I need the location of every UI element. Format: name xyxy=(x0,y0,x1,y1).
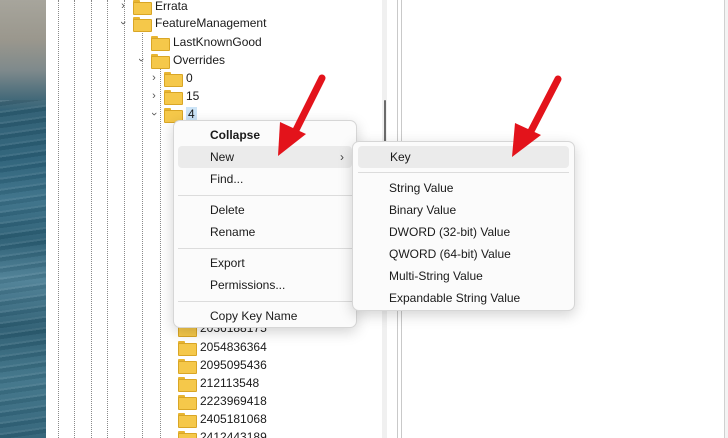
chevron-right-icon: › xyxy=(340,150,344,164)
folder-icon xyxy=(164,107,183,123)
tree-node-label: 15 xyxy=(186,89,200,103)
submenu-item-expandable-string-value[interactable]: Expandable String Value xyxy=(357,287,570,309)
submenu-item-qword-value[interactable]: QWORD (64-bit) Value xyxy=(357,243,570,265)
menu-separator xyxy=(358,172,569,173)
chevron-down-icon[interactable]: › xyxy=(134,53,148,67)
tree-node-child[interactable]: 2054836364 xyxy=(178,338,267,356)
tree-node-child[interactable]: 212113548 xyxy=(178,374,259,392)
menu-item-rename[interactable]: Rename xyxy=(178,221,352,243)
tree-node-15[interactable]: › 15 xyxy=(147,87,199,105)
menu-item-delete[interactable]: Delete xyxy=(178,199,352,221)
folder-icon xyxy=(178,412,197,428)
chevron-down-icon[interactable]: › xyxy=(147,107,161,121)
tree-node-label: 4 xyxy=(186,107,197,121)
folder-icon xyxy=(178,340,197,356)
red-arrow-icon xyxy=(512,75,562,157)
tree-node-label: 2054836364 xyxy=(200,340,267,354)
tree-node-child[interactable]: 2223969418 xyxy=(178,392,267,410)
tree-node-overrides[interactable]: › Overrides xyxy=(134,51,225,69)
folder-icon xyxy=(151,35,170,51)
folder-icon xyxy=(151,53,170,69)
tree-scrollbar-thumb[interactable] xyxy=(384,100,386,142)
desktop-background xyxy=(0,0,46,438)
tree-node-child[interactable]: 2405181068 xyxy=(178,410,267,428)
tree-node-label: 2405181068 xyxy=(200,412,267,426)
tree-node-lastknowngood[interactable]: LastKnownGood xyxy=(134,33,262,51)
tree-guide-line xyxy=(142,30,143,438)
tree-node-label: 212113548 xyxy=(200,376,260,390)
chevron-right-icon[interactable]: › xyxy=(147,89,161,103)
folder-icon xyxy=(164,89,183,105)
tree-guide-line xyxy=(107,0,108,438)
tree-node-label: LastKnownGood xyxy=(173,35,262,49)
menu-separator xyxy=(178,195,352,196)
submenu-item-dword-value[interactable]: DWORD (32-bit) Value xyxy=(357,221,570,243)
folder-icon xyxy=(178,376,197,392)
tree-node-label: 2095095436 xyxy=(200,358,267,372)
folder-icon xyxy=(178,394,197,410)
tree-guide-line xyxy=(74,0,75,438)
menu-item-export[interactable]: Export xyxy=(178,252,352,274)
tree-node-label: Overrides xyxy=(173,53,226,67)
folder-icon xyxy=(164,71,183,87)
new-submenu: Key String Value Binary Value DWORD (32-… xyxy=(352,141,575,311)
folder-icon xyxy=(178,430,197,438)
menu-item-permissions[interactable]: Permissions... xyxy=(178,274,352,296)
submenu-item-string-value[interactable]: String Value xyxy=(357,177,570,199)
folder-icon xyxy=(178,358,197,374)
chevron-right-icon[interactable]: › xyxy=(147,71,161,85)
folder-icon xyxy=(133,16,152,32)
submenu-item-binary-value[interactable]: Binary Value xyxy=(357,199,570,221)
folder-icon xyxy=(133,0,152,15)
chevron-right-icon[interactable]: › xyxy=(116,0,130,13)
tree-node-label: FeatureManagement xyxy=(155,16,267,30)
window-edge xyxy=(724,0,728,438)
chevron-down-icon[interactable]: › xyxy=(116,16,130,30)
tree-node-errata[interactable]: › Errata xyxy=(116,0,188,15)
tree-node-label: 2412443189 xyxy=(200,430,267,438)
submenu-item-multi-string-value[interactable]: Multi-String Value xyxy=(357,265,570,287)
tree-guide-line xyxy=(58,0,59,438)
tree-guide-line xyxy=(91,0,92,438)
tree-node-label: 0 xyxy=(186,71,193,85)
menu-separator xyxy=(178,248,352,249)
menu-item-copy-key-name[interactable]: Copy Key Name xyxy=(178,305,352,327)
tree-guide-line xyxy=(160,68,161,438)
tree-node-featuremanagement[interactable]: › FeatureManagement xyxy=(116,14,266,32)
tree-node-label: Errata xyxy=(155,0,188,13)
red-arrow-icon xyxy=(278,74,326,156)
menu-item-label: New xyxy=(210,150,235,164)
menu-item-find[interactable]: Find... xyxy=(178,168,352,190)
tree-guide-line xyxy=(124,0,125,438)
tree-node-0[interactable]: › 0 xyxy=(147,69,193,87)
tree-node-child[interactable]: 2095095436 xyxy=(178,356,267,374)
tree-node-child[interactable]: 2412443189 xyxy=(178,428,267,438)
menu-separator xyxy=(178,301,352,302)
tree-node-label: 2223969418 xyxy=(200,394,267,408)
